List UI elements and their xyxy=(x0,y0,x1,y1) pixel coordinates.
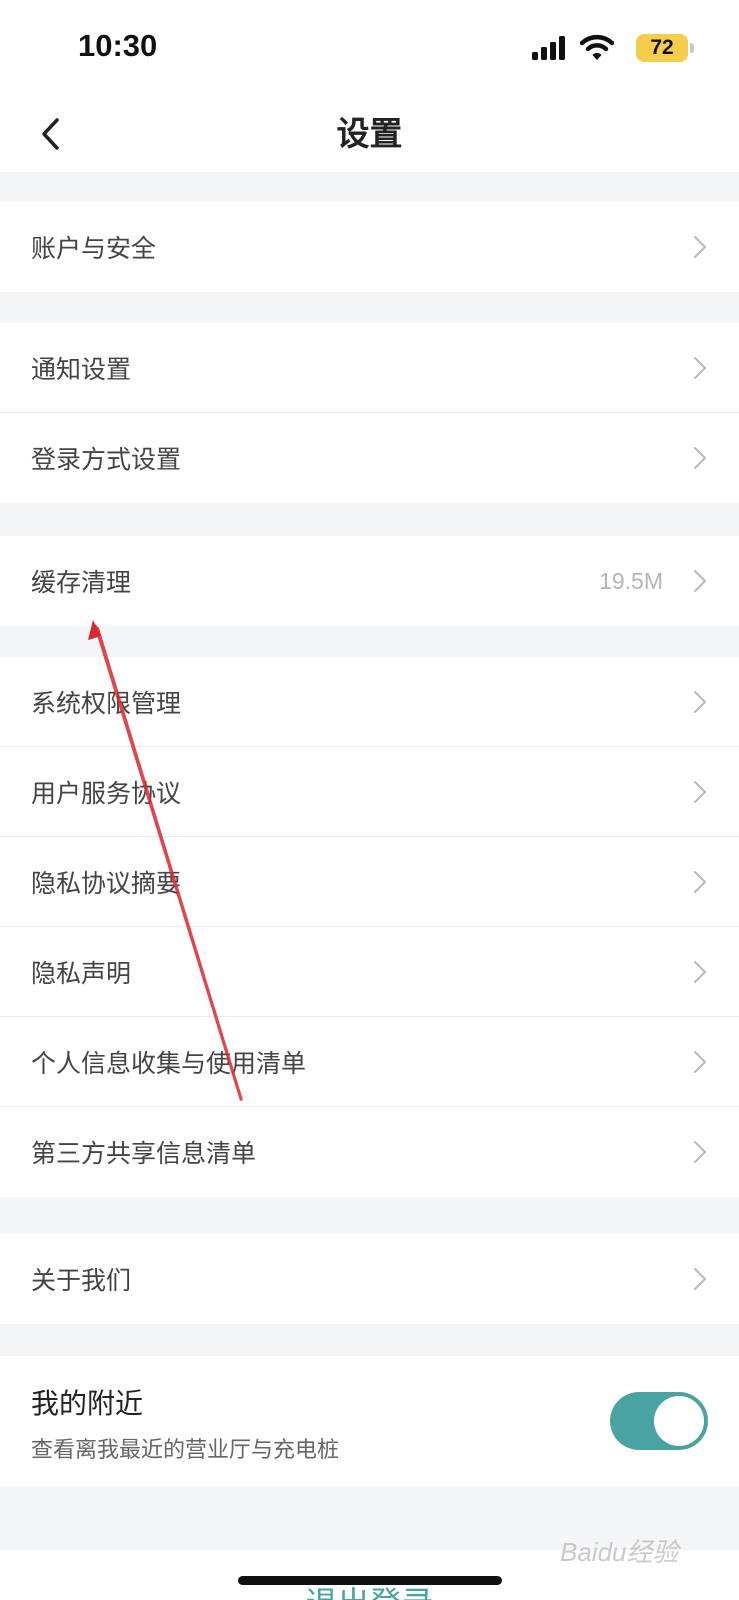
page-title: 设置 xyxy=(336,114,403,153)
settings-group-privacy: 系统权限管理 用户服务协议 隐私协议摘要 隐私声明 个人信息收集与使用清单 第三… xyxy=(0,657,739,1197)
settings-group-nearby: 我的附近 查看离我最近的营业厅与充电桩 xyxy=(0,1356,739,1486)
row-label: 通知设置 xyxy=(31,354,132,384)
home-indicator[interactable] xyxy=(238,1576,502,1585)
row-label: 登录方式设置 xyxy=(31,445,182,474)
chevron-right-icon xyxy=(693,1267,707,1291)
row-notification-settings[interactable]: 通知设置 xyxy=(0,323,739,413)
watermark: Baidu经验 xyxy=(560,1537,679,1567)
chevron-left-icon[interactable] xyxy=(30,110,70,158)
settings-group-cache: 缓存清理 19.5M xyxy=(0,536,739,626)
status-time: 10:30 xyxy=(78,28,158,63)
row-label: 关于我们 xyxy=(31,1266,132,1295)
status-bar: 10:30 72 xyxy=(0,0,739,96)
chevron-right-icon xyxy=(693,960,707,984)
row-login-method-settings[interactable]: 登录方式设置 xyxy=(0,413,739,503)
row-about-us[interactable]: 关于我们 xyxy=(0,1234,739,1324)
chevron-right-icon xyxy=(693,1050,707,1074)
row-privacy-summary[interactable]: 隐私协议摘要 xyxy=(0,837,739,927)
row-label: 隐私协议摘要 xyxy=(31,868,182,898)
chevron-right-icon xyxy=(693,446,707,470)
row-system-permissions[interactable]: 系统权限管理 xyxy=(0,657,739,747)
chevron-right-icon xyxy=(693,780,707,804)
toggle-knob xyxy=(654,1396,704,1446)
nav-bar: 设置 xyxy=(0,96,739,172)
settings-group-about: 关于我们 xyxy=(0,1234,739,1324)
cache-size-value: 19.5M xyxy=(599,567,663,594)
row-label: 第三方共享信息清单 xyxy=(31,1139,257,1168)
signal-icon xyxy=(532,36,565,60)
battery-icon: 72 xyxy=(636,34,688,62)
settings-group-notification: 通知设置 登录方式设置 xyxy=(0,323,739,503)
nearby-title: 我的附近 xyxy=(31,1387,144,1420)
row-third-party-sharing[interactable]: 第三方共享信息清单 xyxy=(0,1107,739,1197)
chevron-right-icon xyxy=(693,690,707,714)
nearby-subtitle: 查看离我最近的营业厅与充电桩 xyxy=(31,1438,340,1463)
row-privacy-statement[interactable]: 隐私声明 xyxy=(0,927,739,1017)
row-account-security[interactable]: 账户与安全 xyxy=(0,202,739,292)
row-label: 个人信息收集与使用清单 xyxy=(31,1048,307,1078)
chevron-right-icon xyxy=(693,569,707,593)
settings-group-account: 账户与安全 xyxy=(0,202,739,292)
nearby-toggle[interactable] xyxy=(610,1392,708,1450)
row-personal-info-list[interactable]: 个人信息收集与使用清单 xyxy=(0,1017,739,1107)
wifi-icon xyxy=(580,34,614,60)
row-label: 隐私声明 xyxy=(31,958,132,988)
row-cache-clear[interactable]: 缓存清理 19.5M xyxy=(0,536,739,626)
chevron-right-icon xyxy=(693,1140,707,1164)
chevron-right-icon xyxy=(693,870,707,894)
battery-tip xyxy=(690,43,694,53)
chevron-right-icon xyxy=(693,356,707,380)
row-my-nearby: 我的附近 查看离我最近的营业厅与充电桩 xyxy=(0,1356,739,1486)
row-label: 系统权限管理 xyxy=(31,688,182,718)
row-label: 缓存清理 xyxy=(31,568,132,597)
row-user-agreement[interactable]: 用户服务协议 xyxy=(0,747,739,837)
battery-level: 72 xyxy=(650,36,674,59)
chevron-right-icon xyxy=(693,235,707,259)
row-label: 账户与安全 xyxy=(31,234,157,263)
row-label: 用户服务协议 xyxy=(31,778,182,808)
